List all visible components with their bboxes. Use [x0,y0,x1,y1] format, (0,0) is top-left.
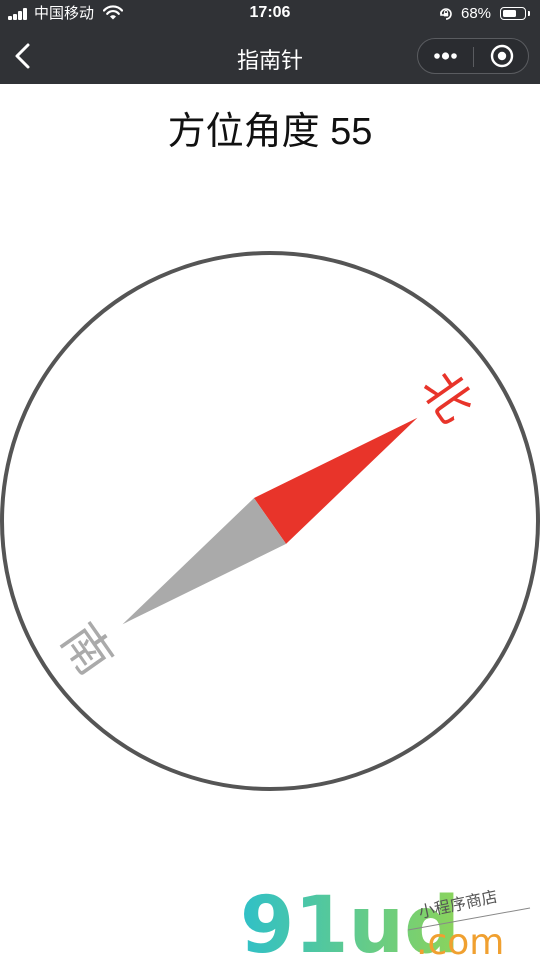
status-time: 17:06 [249,4,291,21]
orientation-lock-icon [440,8,452,20]
more-button[interactable] [418,39,473,73]
north-needle [253,417,418,544]
azimuth-value: 55 [330,111,373,153]
watermark-logo: 91ud .com 小程序商店 [240,881,531,960]
top-bar: 中国移动 17:06 68% 指南针 [0,0,540,84]
north-label: 北 [410,361,483,432]
watermark-domain: .com [416,922,504,960]
compass-needle: 北 南 [50,361,484,685]
more-dots-icon [434,52,457,60]
battery-percent: 68% [461,5,492,22]
menu-capsule [417,38,529,74]
south-needle [122,498,287,625]
nav-bar: 指南针 [0,28,540,84]
south-label: 南 [50,614,123,685]
compass-dial: 北 南 [0,251,540,791]
battery-level-fill [502,9,517,17]
azimuth-heading: 方位角度 55 [0,100,540,155]
status-bar: 中国移动 17:06 68% [0,0,540,28]
azimuth-label: 方位角度 [167,111,320,153]
battery-icon [500,7,526,20]
close-miniprogram-button[interactable] [474,39,529,73]
battery-tip [528,11,530,16]
miniprogram-close-icon [490,44,514,68]
